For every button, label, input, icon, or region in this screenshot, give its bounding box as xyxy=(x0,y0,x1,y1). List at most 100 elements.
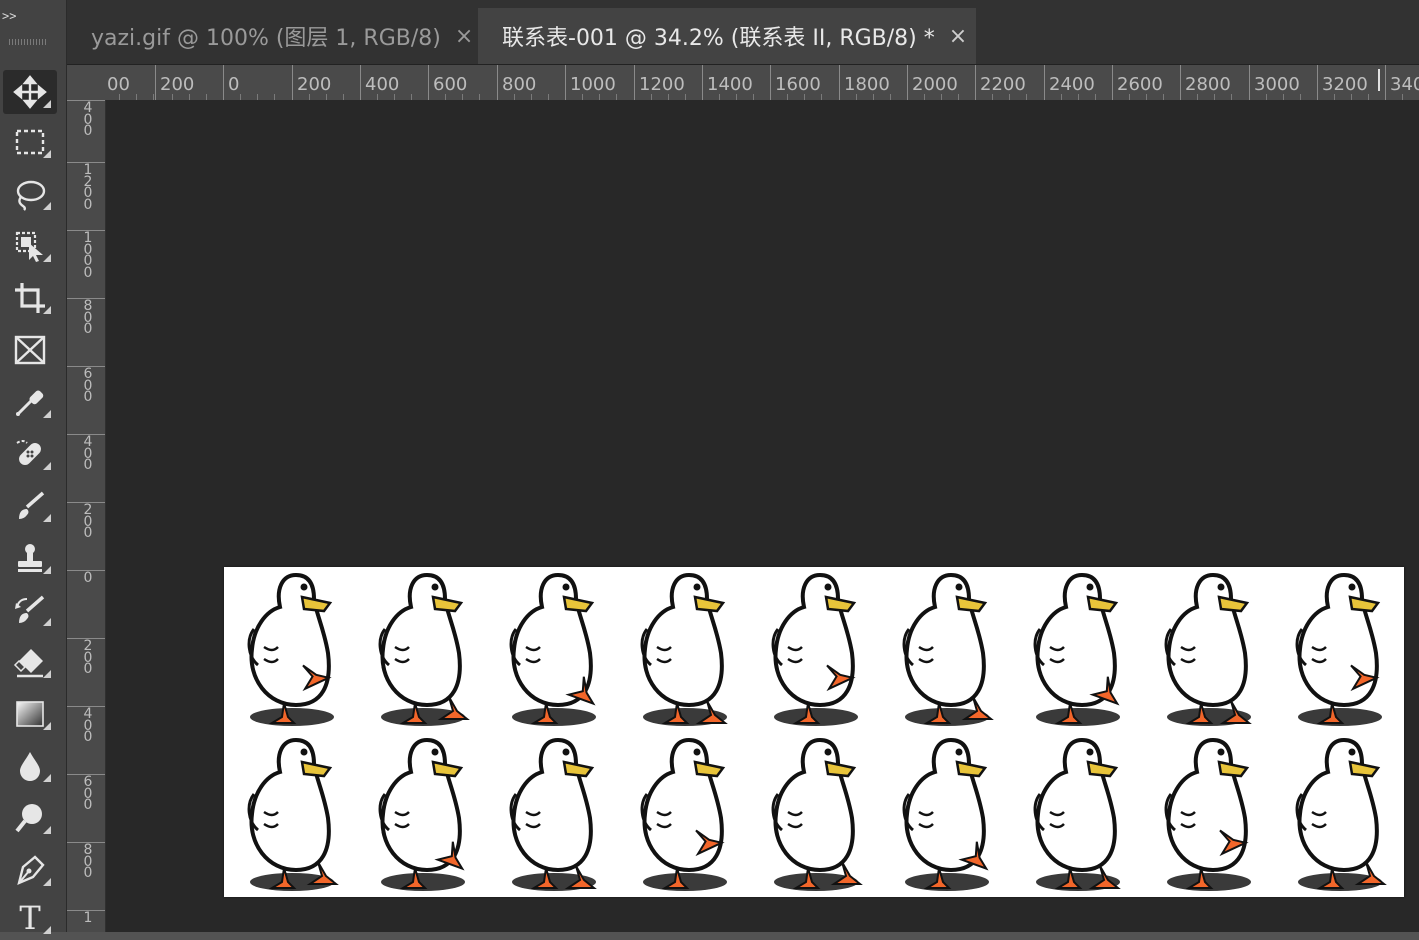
ruler-major-tick: 2 0 0 xyxy=(67,502,105,540)
duck-sprite-icon xyxy=(1295,737,1387,891)
document-tab-bar: yazi.gif @ 100% (图层 1, RGB/8) × 联系表-001 … xyxy=(67,0,1419,65)
object-selection-tool[interactable] xyxy=(3,224,57,268)
ruler-major-tick: 800 xyxy=(497,65,536,100)
ruler-major-tick: 2400 xyxy=(1044,65,1095,100)
healing-brush-tool[interactable] xyxy=(3,432,57,476)
dodge-icon xyxy=(15,804,42,833)
tool-group-indicator xyxy=(43,722,51,730)
tool-group-indicator xyxy=(43,306,51,314)
ruler-major-tick: 3000 xyxy=(1249,65,1300,100)
animation-frame xyxy=(486,567,616,732)
ruler-label: 2600 xyxy=(1117,74,1163,95)
ruler-label: 00 xyxy=(107,74,130,95)
tool-group-indicator xyxy=(43,670,51,678)
tab-yazi-gif[interactable]: yazi.gif @ 100% (图层 1, RGB/8) × xyxy=(67,8,477,64)
ruler-label: 4 0 0 xyxy=(83,100,93,139)
tool-group-indicator xyxy=(43,254,51,262)
ruler-label: 8 0 0 xyxy=(83,298,93,337)
animation-frame xyxy=(1141,732,1271,897)
ruler-major-tick: 1200 xyxy=(634,65,685,100)
type-icon: T xyxy=(19,899,41,937)
ruler-major-tick: 2000 xyxy=(907,65,958,100)
animation-frame xyxy=(355,732,485,897)
eyedropper-tool[interactable] xyxy=(3,380,57,424)
ruler-major-tick: 1 xyxy=(67,910,105,925)
animation-frame xyxy=(879,732,1009,897)
eraser-icon xyxy=(13,649,43,678)
tool-group-indicator xyxy=(43,202,51,210)
blur-tool[interactable] xyxy=(3,744,57,788)
vertical-ruler[interactable]: 4 0 0 1 2 0 0 1 0 0 0 8 0 0 6 0 0 4 0 0 2 0 0 0… xyxy=(67,100,106,932)
tool-group-indicator xyxy=(43,926,51,934)
animation-frame xyxy=(879,567,1009,732)
ruler-origin[interactable] xyxy=(67,65,105,100)
pen-icon xyxy=(17,855,45,886)
ruler-major-tick: 200 xyxy=(155,65,194,100)
ruler-major-tick: 1400 xyxy=(702,65,753,100)
expand-panel-button[interactable]: >> xyxy=(2,9,16,23)
ruler-label: 1200 xyxy=(639,74,685,95)
duck-sprite-icon xyxy=(1164,572,1252,726)
tools-panel: >> T xyxy=(0,0,67,934)
document-canvas[interactable] xyxy=(224,567,1404,897)
tool-group-indicator xyxy=(43,410,51,418)
duck-sprite-icon xyxy=(1033,572,1120,726)
dodge-tool[interactable] xyxy=(3,796,57,840)
eraser-tool[interactable] xyxy=(3,640,57,684)
move-tool[interactable] xyxy=(3,70,57,114)
animation-frame xyxy=(617,732,747,897)
pen-tool[interactable] xyxy=(3,848,57,892)
duck-sprite-icon xyxy=(902,737,989,891)
ruler-major-tick: 2200 xyxy=(975,65,1026,100)
frame-icon xyxy=(14,335,46,365)
clone-stamp-tool[interactable] xyxy=(3,536,57,580)
tab-label: 联系表-001 @ 34.2% (联系表 II, RGB/8) * xyxy=(502,26,935,51)
eyedropper-icon xyxy=(16,390,44,416)
gradient-tool[interactable] xyxy=(3,692,57,736)
panel-grip[interactable] xyxy=(9,39,47,45)
ruler-label: 2 0 0 xyxy=(83,502,93,541)
crop-tool[interactable] xyxy=(3,276,57,320)
ruler-label: 6 0 0 xyxy=(83,774,93,813)
ruler-label: 1 xyxy=(83,910,93,926)
ruler-label: 0 xyxy=(228,74,240,95)
ruler-major-tick: 1 2 0 0 xyxy=(67,162,105,212)
frame-tool[interactable] xyxy=(3,328,57,372)
ruler-label: 1600 xyxy=(775,74,821,95)
gradient-icon xyxy=(16,701,44,727)
object-selection-icon xyxy=(15,231,43,262)
tool-group-indicator xyxy=(43,774,51,782)
ruler-major-tick: 600 xyxy=(428,65,467,100)
tool-group-indicator xyxy=(43,150,51,158)
history-brush-icon xyxy=(15,595,45,623)
history-brush-tool[interactable] xyxy=(3,588,57,632)
tool-group-indicator xyxy=(43,100,51,108)
animation-frame xyxy=(748,732,878,897)
ruler-label: 1400 xyxy=(707,74,753,95)
animation-frame xyxy=(355,567,485,732)
ruler-major-tick: 8 0 0 xyxy=(67,298,105,336)
animation-frame xyxy=(224,567,354,732)
ruler-label: 2200 xyxy=(980,74,1026,95)
tab-close-button[interactable]: × xyxy=(949,24,967,49)
brush-tool[interactable] xyxy=(3,484,57,528)
tab-close-button[interactable]: × xyxy=(455,24,473,49)
type-tool[interactable]: T xyxy=(3,896,57,940)
tab-contact-sheet[interactable]: 联系表-001 @ 34.2% (联系表 II, RGB/8) * × xyxy=(478,8,976,64)
duck-sprite-icon xyxy=(771,737,863,891)
horizontal-ruler[interactable]: 00 200 0 200 400 600 800 1000 1200 1400 1600 1800 20… xyxy=(105,65,1419,101)
ruler-label: 340 xyxy=(1390,74,1419,95)
ruler-label: 8 0 0 xyxy=(83,842,93,881)
brush-icon xyxy=(19,491,45,519)
ruler-label: 4 0 0 xyxy=(83,434,93,473)
rectangular-marquee-tool[interactable] xyxy=(3,120,57,164)
tool-group-indicator xyxy=(43,618,51,626)
ruler-label: 1 2 0 0 xyxy=(83,162,93,213)
canvas-area[interactable] xyxy=(106,100,1419,932)
ruler-label: 2 0 0 xyxy=(83,638,93,677)
lasso-tool[interactable] xyxy=(3,172,57,216)
ruler-major-tick: 0 xyxy=(67,570,105,585)
duck-sprite-icon xyxy=(509,572,596,726)
ruler-label: 6 0 0 xyxy=(83,366,93,405)
tool-group-indicator xyxy=(43,826,51,834)
